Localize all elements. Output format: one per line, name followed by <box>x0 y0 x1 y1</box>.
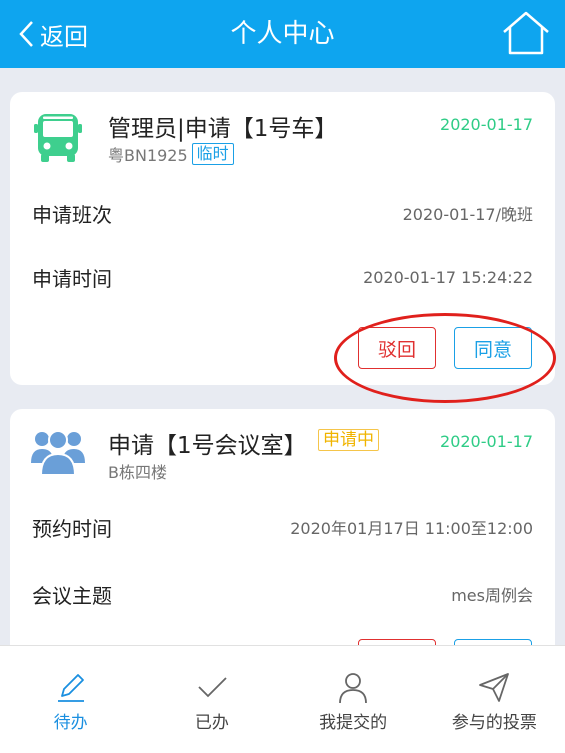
meeting-room-request-card[interactable]: 申请【1号会议室】 2020-01-17 申请中 B栋四楼 预约时间 2020年… <box>10 409 555 645</box>
tab-label: 已办 <box>194 713 229 733</box>
tab-done[interactable]: 已办 <box>141 646 282 753</box>
tab-todo[interactable]: 待办 <box>0 646 141 753</box>
home-icon[interactable] <box>501 10 551 56</box>
annotation-ellipse <box>334 313 556 403</box>
detail-row: 预约时间 2020年01月17日 11:00至12:00 <box>32 512 533 542</box>
page-title: 个人中心 <box>230 19 335 49</box>
card-subtitle: 粤BN1925 临时 <box>108 142 234 166</box>
bus-icon <box>34 114 82 162</box>
row-value: 2020年01月17日 11:00至12:00 <box>290 519 533 538</box>
group-icon <box>31 430 85 476</box>
tab-label: 我提交的 <box>319 713 388 733</box>
card-subtitle: B栋四楼 <box>108 459 167 483</box>
row-label: 会议主题 <box>32 583 112 608</box>
check-icon <box>198 677 227 698</box>
top-nav-bar: 返回 个人中心 <box>0 0 565 68</box>
card-title: 申请【1号会议室】 <box>108 433 307 459</box>
row-label: 预约时间 <box>32 516 112 541</box>
card-date: 2020-01-17 <box>440 115 533 134</box>
card-date: 2020-01-17 <box>440 432 533 451</box>
tab-submitted[interactable]: 我提交的 <box>283 646 424 753</box>
status-badge: 临时 <box>191 143 234 165</box>
card-title: 管理员|申请【1号车】 <box>108 116 338 142</box>
detail-row: 申请班次 2020-01-17/晚班 <box>32 198 533 228</box>
location: B栋四楼 <box>108 463 167 482</box>
send-icon <box>479 673 510 702</box>
detail-row: 申请时间 2020-01-17 15:24:22 <box>32 262 533 292</box>
detail-row: 会议主题 mes周例会 <box>32 579 533 609</box>
status-badge: 申请中 <box>318 429 379 451</box>
tab-votes[interactable]: 参与的投票 <box>424 646 565 753</box>
bottom-tab-bar: 待办 已办 我提交的 参与的投票 <box>0 645 565 753</box>
row-value: 2020-01-17/晚班 <box>402 205 533 224</box>
row-value: mes周例会 <box>451 586 533 605</box>
tab-label: 参与的投票 <box>451 713 537 733</box>
row-label: 申请班次 <box>32 202 112 227</box>
pencil-icon <box>57 674 84 702</box>
row-label: 申请时间 <box>32 266 112 291</box>
user-icon <box>339 673 368 704</box>
row-value: 2020-01-17 15:24:22 <box>363 267 533 287</box>
tab-label: 待办 <box>53 713 88 733</box>
plate-number: 粤BN1925 <box>108 146 188 165</box>
